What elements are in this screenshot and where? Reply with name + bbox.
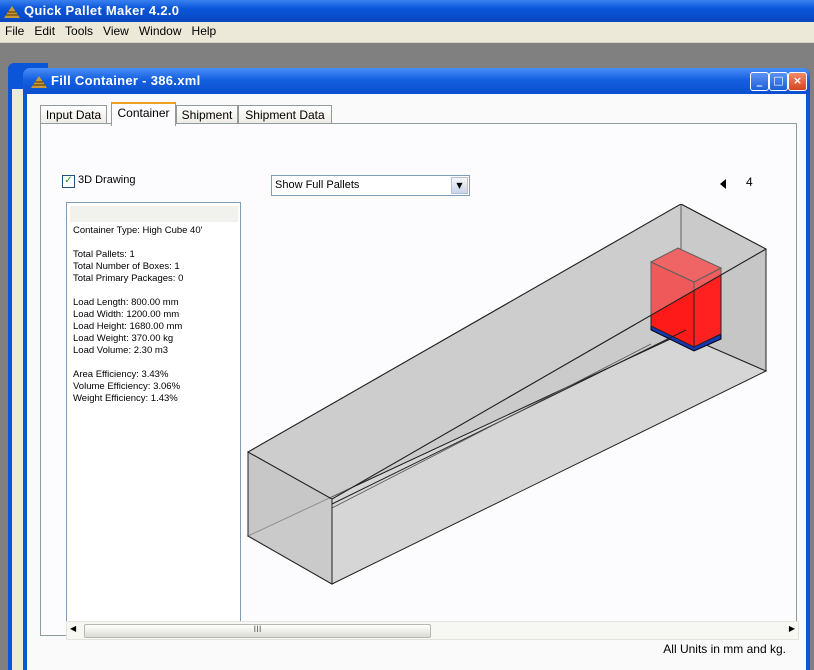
show-pallets-dropdown[interactable]: Show Full Pallets ▼ [271,175,470,196]
menu-view[interactable]: View [98,22,134,38]
container-tab-panel: ✓ 3D Drawing Show Full Pallets ▼ 4 Conta… [40,123,799,640]
info-line: Load Volume: 2.30 m3 [73,345,169,356]
menu-edit[interactable]: Edit [29,22,60,38]
info-text: Container Type: High Cube 40' Total Pall… [73,225,202,405]
chevron-down-icon[interactable]: ▼ [451,177,468,194]
minimize-button[interactable]: _ [750,72,769,91]
menu-tools[interactable]: Tools [60,22,98,38]
scroll-right-icon[interactable]: ▶ [789,624,795,633]
fill-container-window: Fill Container - 386.xml _ □ × Input Dat… [23,68,810,670]
info-line: Total Number of Boxes: 1 [73,261,180,272]
info-line [73,285,202,297]
container-info-panel: Container Type: High Cube 40' Total Pall… [66,202,241,622]
menu-file[interactable]: File [0,22,29,38]
pallet-logo-icon [4,6,20,18]
tab-container[interactable]: Container [111,102,176,126]
previous-arrow-icon[interactable] [720,179,726,189]
maximize-button[interactable]: □ [769,72,788,91]
show-pallets-value: Show Full Pallets [275,179,360,191]
horizontal-scrollbar[interactable]: ◀ III ▶ [66,621,799,640]
tab-shipment[interactable]: Shipment [176,105,238,124]
info-line: Total Primary Packages: 0 [73,273,184,284]
pallet-logo-icon [31,76,47,88]
info-line: Weight Efficiency: 1.43% [73,393,178,404]
tab-input-data[interactable]: Input Data [40,105,107,124]
info-line [73,357,202,369]
info-line: Load Weight: 370.00 kg [73,333,174,344]
info-line: Load Width: 1200.00 mm [73,309,180,320]
info-line: Total Pallets: 1 [73,249,135,260]
menu-help[interactable]: Help [187,22,222,38]
app-title: Quick Pallet Maker 4.2.0 [24,3,180,18]
info-panel-header [70,206,238,222]
app-title-bar: Quick Pallet Maker 4.2.0 [0,0,814,22]
info-line: Load Length: 800.00 mm [73,297,179,308]
scroll-left-icon[interactable]: ◀ [70,624,76,633]
pallet-count: 4 [746,175,753,189]
info-line [73,237,202,249]
close-button[interactable]: × [788,72,807,91]
info-line: Area Efficiency: 3.43% [73,369,169,380]
tab-shipment-data[interactable]: Shipment Data [238,105,332,124]
child-title: Fill Container - 386.xml [51,73,201,88]
menu-window[interactable]: Window [134,22,187,38]
3d-drawing-checkbox[interactable]: ✓ [62,175,75,188]
child-title-bar[interactable]: Fill Container - 386.xml _ □ × [23,68,810,94]
window-client-area: Input Data Container Shipment Shipment D… [27,94,806,670]
info-line: Load Height: 1680.00 mm [73,321,183,332]
scrollbar-thumb[interactable]: III [84,624,431,638]
container-3d-view[interactable] [246,204,801,624]
menu-bar: File Edit Tools View Window Help [0,22,814,43]
units-status-text: All Units in mm and kg. [663,642,786,656]
3d-drawing-label: 3D Drawing [78,174,136,186]
info-line: Container Type: High Cube 40' [73,225,203,236]
info-line: Volume Efficiency: 3.06% [73,381,181,392]
